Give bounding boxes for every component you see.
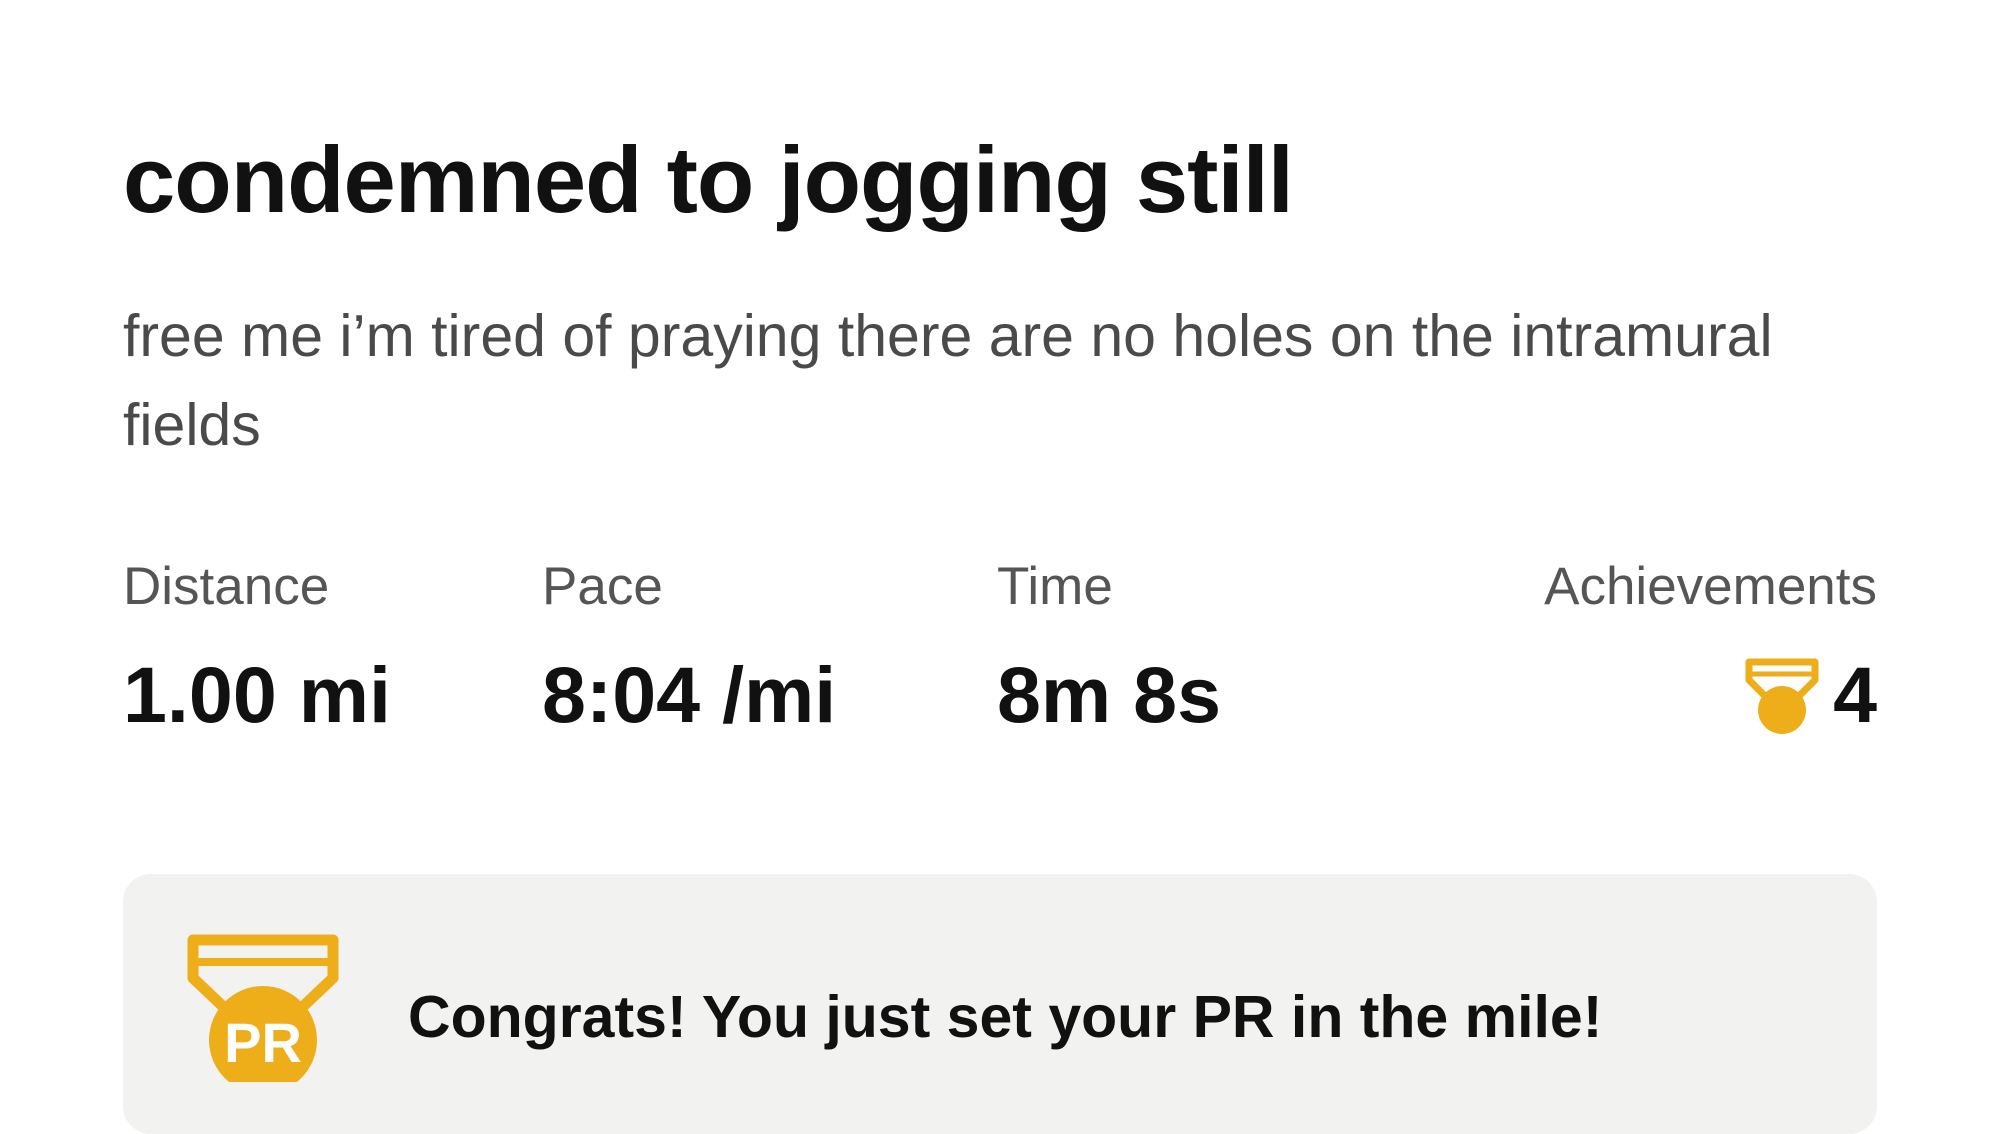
achievements-value[interactable]: 4 xyxy=(1544,650,1877,740)
pr-banner-message: Congrats! You just set your PR in the mi… xyxy=(408,984,1603,1050)
activity-description: free me i’m tired of praying there are n… xyxy=(123,303,1773,458)
stat-time-value: 8m 8s xyxy=(997,650,1222,739)
pr-banner[interactable]: PR Congrats! You just set your PR in the… xyxy=(123,874,1877,1134)
stat-distance: Distance 1.00 mi xyxy=(123,556,391,740)
stat-achievements-label: Achievements xyxy=(1544,557,1877,616)
stat-pace-label: Pace xyxy=(542,557,663,616)
stat-pace-value: 8:04 /mi xyxy=(542,650,837,739)
stat-distance-label: Distance xyxy=(123,557,330,616)
stat-achievements[interactable]: Achievements 4 xyxy=(1544,556,1877,740)
pr-medal-icon: PR xyxy=(185,932,341,1094)
medal-icon xyxy=(1743,654,1821,736)
stat-time: Time 8m 8s xyxy=(997,556,1221,740)
stats-row: Distance 1.00 mi Pace 8:04 /mi Time 8m 8… xyxy=(123,556,1877,746)
stat-time-label: Time xyxy=(997,557,1113,616)
stat-pace: Pace 8:04 /mi xyxy=(542,556,836,740)
pr-medal-text: PR xyxy=(224,1011,302,1074)
stat-distance-value: 1.00 mi xyxy=(123,650,391,739)
achievements-count: 4 xyxy=(1833,650,1877,739)
activity-title: condemned to jogging still xyxy=(123,127,1294,232)
